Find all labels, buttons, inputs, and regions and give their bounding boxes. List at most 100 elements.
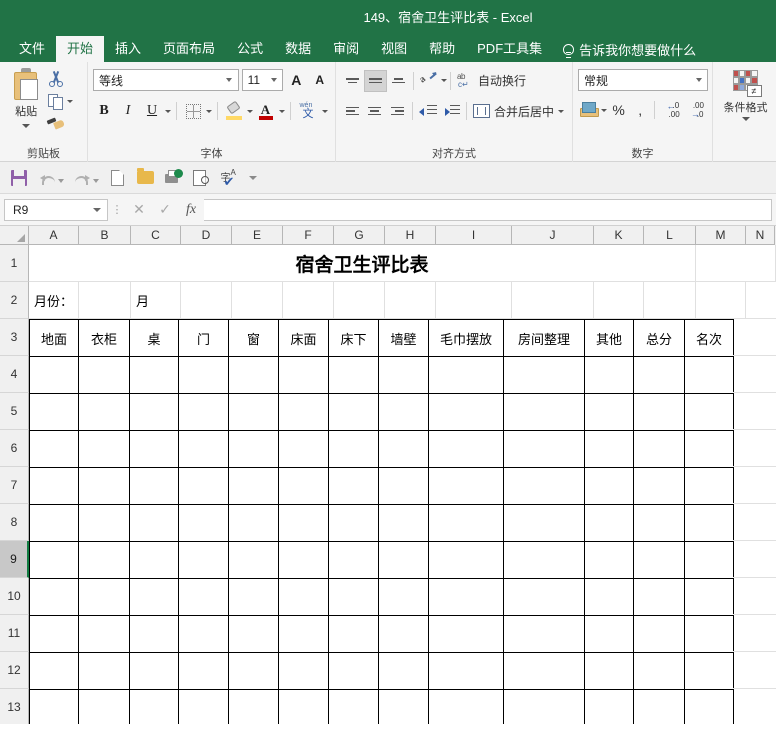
cell-i9[interactable]: [428, 541, 504, 579]
tell-me-box[interactable]: 告诉我你想要做什么: [553, 36, 706, 62]
cell-a10[interactable]: [29, 578, 79, 616]
wrap-text-button[interactable]: ab c↵ 自动换行: [454, 70, 529, 92]
cell-d10[interactable]: [178, 578, 229, 616]
cell-n7[interactable]: [733, 467, 776, 504]
row-header-6[interactable]: 6: [0, 430, 29, 467]
cell-b6[interactable]: [78, 430, 130, 468]
cell-e8[interactable]: [228, 504, 279, 542]
cell-j5[interactable]: [503, 393, 585, 431]
scissors-icon[interactable]: [47, 70, 65, 87]
align-center-button[interactable]: [364, 100, 387, 122]
cell-i10[interactable]: [428, 578, 504, 616]
cell-e5[interactable]: [228, 393, 279, 431]
conditional-formatting-button[interactable]: ≠ 条件格式: [717, 66, 775, 146]
cell-d7[interactable]: [178, 467, 229, 505]
cell-l9[interactable]: [633, 541, 685, 579]
cell-i4[interactable]: [428, 356, 504, 394]
number-format-combo[interactable]: 常规: [578, 69, 708, 91]
chevron-down-icon[interactable]: [67, 100, 74, 103]
cell-h5[interactable]: [378, 393, 429, 431]
tab-data[interactable]: 数据: [274, 36, 322, 62]
column-header-m[interactable]: M: [696, 226, 746, 245]
column-header-d[interactable]: D: [181, 226, 232, 245]
chevron-down-icon[interactable]: [206, 109, 212, 113]
table-header-floor[interactable]: 地面: [29, 319, 79, 357]
bold-button[interactable]: B: [93, 100, 115, 122]
row-header-3[interactable]: 3: [0, 319, 29, 356]
align-middle-button[interactable]: [364, 69, 387, 92]
chevron-down-icon[interactable]: [322, 109, 328, 113]
cell-c12[interactable]: [129, 652, 179, 690]
cell-f4[interactable]: [278, 356, 329, 394]
cell-f8[interactable]: [278, 504, 329, 542]
cell-a5[interactable]: [29, 393, 79, 431]
fill-color-button[interactable]: [223, 100, 245, 122]
cell-h8[interactable]: [378, 504, 429, 542]
column-header-i[interactable]: I: [436, 226, 512, 245]
tab-view[interactable]: 视图: [370, 36, 418, 62]
font-name-combo[interactable]: 等线: [93, 69, 239, 91]
quick-print-button[interactable]: [160, 165, 186, 191]
cell-f12[interactable]: [278, 652, 329, 690]
cell-f11[interactable]: [278, 615, 329, 653]
chevron-down-icon[interactable]: [441, 79, 447, 82]
cell-j12[interactable]: [503, 652, 585, 690]
comma-style-button[interactable]: ,: [630, 99, 651, 121]
cell-f7[interactable]: [278, 467, 329, 505]
format-painter-icon[interactable]: [46, 116, 66, 133]
cell-g12[interactable]: [328, 652, 379, 690]
table-header-wall[interactable]: 墙壁: [378, 319, 429, 357]
tab-page-layout[interactable]: 页面布局: [152, 36, 226, 62]
cell-m5[interactable]: [684, 393, 734, 431]
cell-e7[interactable]: [228, 467, 279, 505]
cell-k8[interactable]: [584, 504, 634, 542]
cell-k7[interactable]: [584, 467, 634, 505]
cell-j10[interactable]: [503, 578, 585, 616]
percent-style-button[interactable]: %: [608, 99, 629, 121]
cell-a13[interactable]: [29, 689, 79, 724]
cell-d12[interactable]: [178, 652, 229, 690]
align-left-button[interactable]: [341, 100, 364, 122]
increase-decimal-button[interactable]: ← .0 .00: [659, 99, 682, 121]
cell-d5[interactable]: [178, 393, 229, 431]
cell-k11[interactable]: [584, 615, 634, 653]
cell-l4[interactable]: [633, 356, 685, 394]
cell-h7[interactable]: [378, 467, 429, 505]
cell-i6[interactable]: [428, 430, 504, 468]
cell-g2[interactable]: [334, 282, 385, 319]
cell-e11[interactable]: [228, 615, 279, 653]
save-button[interactable]: [6, 165, 32, 191]
cell-c8[interactable]: [129, 504, 179, 542]
chevron-down-icon[interactable]: [741, 117, 750, 121]
cell-g6[interactable]: [328, 430, 379, 468]
cell-n11[interactable]: [733, 615, 776, 652]
insert-function-button[interactable]: fx: [178, 199, 204, 221]
cell-f13[interactable]: [278, 689, 329, 724]
cell-d6[interactable]: [178, 430, 229, 468]
cell-l10[interactable]: [633, 578, 685, 616]
redo-button[interactable]: [69, 165, 95, 191]
cell-n8[interactable]: [733, 504, 776, 541]
cell-a12[interactable]: [29, 652, 79, 690]
cell-h13[interactable]: [378, 689, 429, 724]
cell-n4[interactable]: [733, 356, 776, 393]
copy-icon[interactable]: [47, 93, 65, 110]
cell-k5[interactable]: [584, 393, 634, 431]
underline-button[interactable]: U: [141, 100, 163, 122]
cell-k13[interactable]: [584, 689, 634, 724]
cell-f9[interactable]: [278, 541, 329, 579]
cell-k10[interactable]: [584, 578, 634, 616]
tab-pdf-tools[interactable]: PDF工具集: [466, 36, 553, 62]
align-right-button[interactable]: [386, 100, 409, 122]
cell-a11[interactable]: [29, 615, 79, 653]
orientation-button[interactable]: a: [417, 70, 441, 92]
cell-i11[interactable]: [428, 615, 504, 653]
cell-i12[interactable]: [428, 652, 504, 690]
column-header-c[interactable]: C: [131, 226, 181, 245]
column-header-e[interactable]: E: [232, 226, 283, 245]
decrease-decimal-button[interactable]: .00 → .0: [684, 99, 707, 121]
select-all-corner[interactable]: [0, 226, 29, 245]
cell-g5[interactable]: [328, 393, 379, 431]
cell-j13[interactable]: [503, 689, 585, 724]
cell-j6[interactable]: [503, 430, 585, 468]
